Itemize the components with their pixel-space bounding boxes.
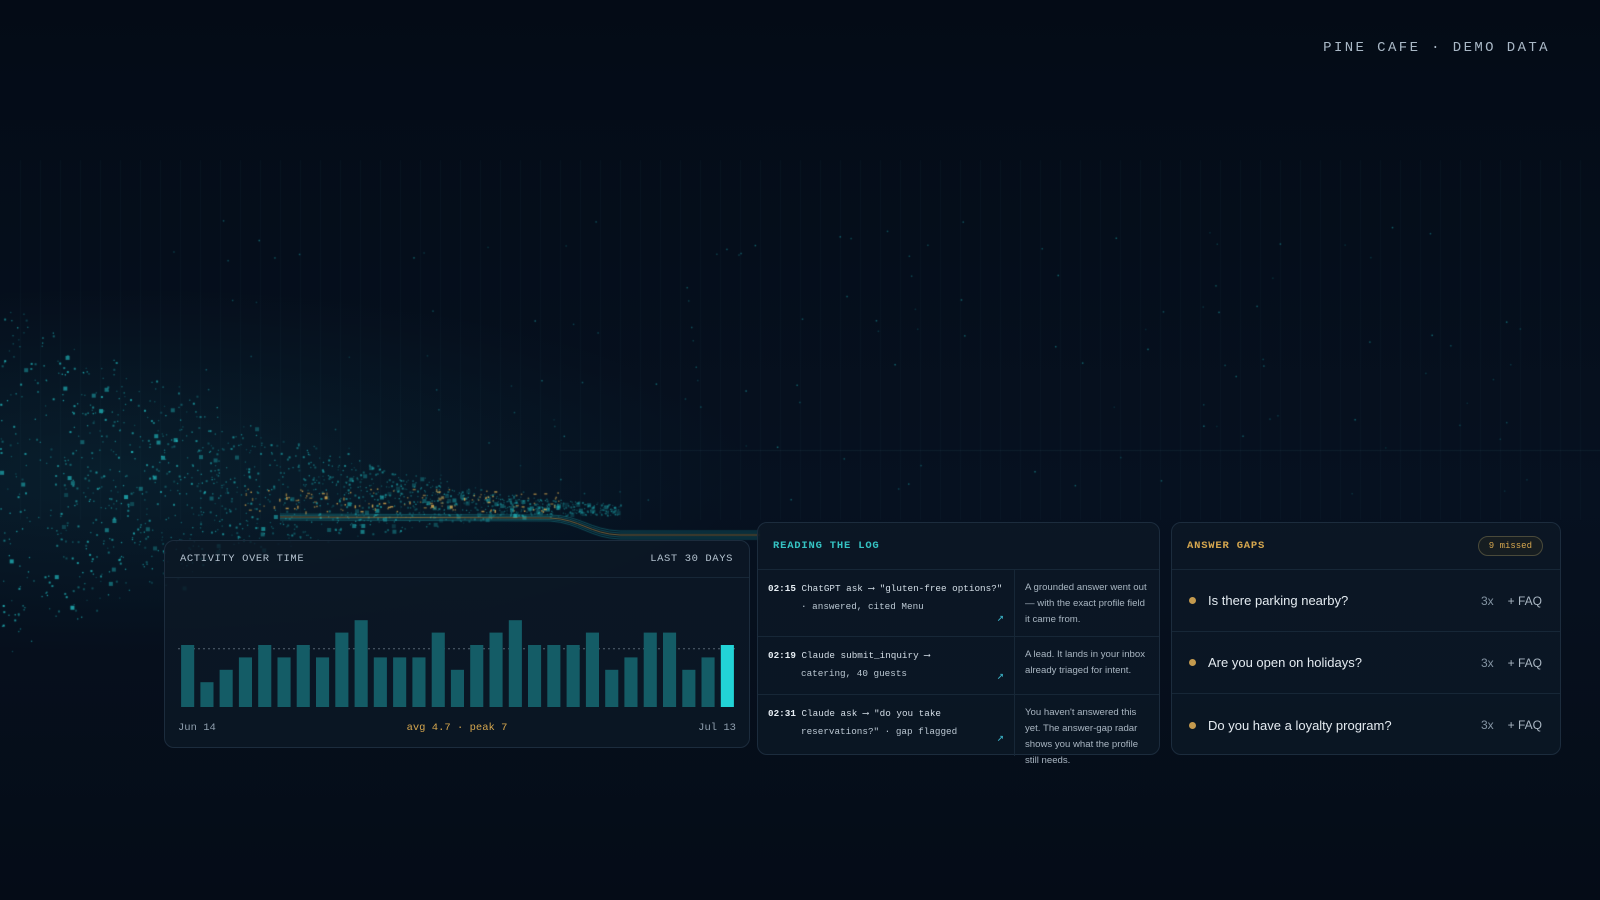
gap-question: Do you have a loyalty program?	[1208, 717, 1392, 733]
activity-bar[interactable]	[566, 645, 580, 707]
activity-bar[interactable]	[489, 632, 503, 707]
gap-question: Are you open on holidays?	[1208, 655, 1362, 670]
gap-item[interactable]: Do you have a loyalty program? 3x + FAQ	[1172, 694, 1560, 756]
activity-bar[interactable]	[431, 632, 445, 707]
particle-field-background	[0, 0, 1600, 900]
activity-bar[interactable]	[277, 657, 291, 707]
activity-bar[interactable]	[219, 669, 233, 707]
activity-bar[interactable]	[528, 645, 542, 707]
activity-bar[interactable]	[296, 645, 310, 707]
activity-bar[interactable]	[335, 632, 349, 707]
activity-bar[interactable]	[547, 645, 561, 707]
gap-item[interactable]: Are you open on holidays? 3x + FAQ	[1172, 632, 1560, 694]
activity-bar[interactable]	[682, 669, 696, 707]
activity-bar-today[interactable]	[720, 645, 734, 707]
gap-item[interactable]: Is there parking nearby? 3x + FAQ	[1172, 570, 1560, 632]
activity-title: ACTIVITY OVER TIME	[180, 553, 305, 565]
activity-bar[interactable]	[373, 657, 387, 707]
log-entry-event: 02:15 ChatGPT ask ⟶ "gluten-free options…	[758, 570, 1015, 636]
log-entry-note: A lead. It lands in your inbox already t…	[1025, 649, 1145, 676]
activity-bar[interactable]	[200, 682, 214, 707]
activity-bar[interactable]	[701, 657, 715, 707]
add-faq-button[interactable]: + FAQ	[1508, 656, 1542, 670]
log-entry-time: 02:19	[768, 650, 796, 661]
log-entry-line2: reservations?" · gap flagged	[801, 726, 958, 737]
log-entry-line1: Claude ask ⟶ "do you take	[801, 708, 942, 719]
activity-bar[interactable]	[663, 632, 677, 707]
gap-count: 3x	[1480, 593, 1494, 608]
activity-bar[interactable]	[450, 669, 464, 707]
gap-count: 3x	[1480, 718, 1494, 732]
brand-label: PINE CAFE · DEMO DATA	[1323, 40, 1550, 56]
activity-bar[interactable]	[470, 645, 484, 707]
activity-start-date: Jun 14	[178, 722, 216, 734]
activity-bar[interactable]	[412, 657, 426, 707]
activity-footer: Jun 14 avg 4.7 · peak 7 Jul 13	[178, 722, 736, 734]
log-entry-line1: ChatGPT ask ⟶ "gluten-free options?"	[801, 583, 1003, 594]
log-entry[interactable]: 02:15 ChatGPT ask ⟶ "gluten-free options…	[758, 570, 1159, 637]
activity-bar[interactable]	[624, 657, 638, 707]
activity-bar[interactable]	[354, 620, 368, 707]
activity-bar[interactable]	[508, 620, 522, 707]
add-faq-button[interactable]: + FAQ	[1508, 718, 1542, 732]
activity-bar[interactable]	[238, 657, 252, 707]
log-entry-note: You haven't answered this yet. The answe…	[1025, 707, 1139, 766]
log-entry-time: 02:15	[768, 583, 796, 594]
log-header: READING THE LOG	[758, 523, 1159, 570]
arrow-up-right-icon[interactable]: ↗	[997, 729, 1004, 747]
activity-bar[interactable]	[258, 645, 272, 707]
activity-range[interactable]: LAST 30 DAYS	[650, 553, 733, 565]
log-entry[interactable]: 02:19 Claude submit_inquiry ⟶ catering, …	[758, 637, 1159, 695]
add-faq-button[interactable]: + FAQ	[1508, 594, 1542, 608]
arrow-up-right-icon[interactable]: ↗	[997, 667, 1004, 685]
activity-panel: ACTIVITY OVER TIME LAST 30 DAYS Jun 14 a…	[164, 540, 750, 748]
log-entry[interactable]: 02:31 Claude ask ⟶ "do you take reservat…	[758, 695, 1159, 766]
log-entry-event: 02:31 Claude ask ⟶ "do you take reservat…	[758, 695, 1015, 756]
activity-stats: avg 4.7 · peak 7	[406, 722, 508, 734]
activity-bar[interactable]	[605, 669, 619, 707]
log-entry-note: A grounded answer went out — with the ex…	[1025, 582, 1147, 625]
gap-count: 3x	[1480, 655, 1494, 670]
activity-bar-chart	[178, 620, 737, 707]
gaps-header: ANSWER GAPS 9 missed	[1172, 523, 1560, 570]
activity-bar[interactable]	[643, 632, 657, 707]
activity-end-date: Jul 13	[698, 722, 736, 734]
log-panel: READING THE LOG 02:15 ChatGPT ask ⟶ "glu…	[757, 522, 1160, 766]
log-entry-time: 02:31	[768, 708, 796, 719]
hero-stage: PINE CAFE · DEMO DATA ACTIVITY OVER TIME…	[0, 0, 1600, 900]
log-title: READING THE LOG	[773, 540, 880, 552]
arrow-up-right-icon[interactable]: ↗	[997, 609, 1004, 627]
log-entry-line2: · answered, cited Menu	[801, 601, 924, 612]
gaps-title: ANSWER GAPS	[1187, 540, 1266, 552]
activity-bar[interactable]	[393, 657, 407, 707]
log-entry-line2: catering, 40 guests	[801, 668, 908, 679]
answer-gaps-panel: ANSWER GAPS 9 missed Is there parking ne…	[1171, 522, 1561, 755]
status-dot-icon	[1189, 721, 1196, 729]
gap-question: Is there parking nearby?	[1208, 593, 1349, 608]
missed-count-badge: 9 missed	[1477, 536, 1543, 556]
status-dot-icon	[1189, 659, 1196, 666]
activity-bar[interactable]	[181, 645, 195, 707]
activity-header: ACTIVITY OVER TIME LAST 30 DAYS	[165, 541, 749, 578]
log-entry-line1: Claude submit_inquiry ⟶	[801, 650, 930, 661]
status-dot-icon	[1189, 597, 1196, 604]
log-entry-event: 02:19 Claude submit_inquiry ⟶ catering, …	[758, 637, 1015, 694]
activity-bar[interactable]	[585, 632, 599, 707]
activity-bar[interactable]	[316, 657, 330, 707]
